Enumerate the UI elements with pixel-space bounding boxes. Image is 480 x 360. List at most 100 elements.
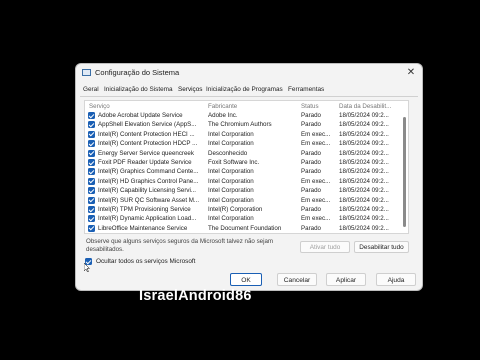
service-checkbox[interactable] (88, 112, 95, 119)
table-row[interactable]: Intel(R) Graphics Command Cente... Intel … (85, 167, 400, 176)
service-checkbox[interactable] (88, 206, 95, 213)
column-header-date[interactable]: Data da Desabilit... (339, 103, 391, 110)
service-maker: Adobe Inc. (208, 112, 238, 119)
table-row[interactable]: Intel(R) Capability Licensing Servi... In… (85, 186, 400, 195)
disable-all-button[interactable]: Desabilitar tudo (354, 241, 409, 253)
service-date: 18/05/2024 09:2... (339, 130, 389, 138)
tab-boot[interactable]: Inicialização do Sistema (104, 86, 173, 93)
service-status: Parado (301, 159, 321, 166)
service-date: 18/05/2024 09:2... (339, 149, 389, 157)
service-date: 18/05/2024 09:2... (339, 140, 389, 148)
service-maker: Intel(R) Corporation (208, 206, 263, 213)
service-checkbox[interactable] (88, 130, 95, 138)
table-row[interactable]: Foxit PDF Reader Update Service Foxit Sof… (85, 158, 400, 167)
service-date: 18/05/2024 09:2... (339, 215, 389, 223)
table-row[interactable]: Intel(R) TPM Provisioning Service Intel(R… (85, 205, 400, 214)
service-name: Intel(R) HD Graphics Control Pane... (98, 177, 199, 185)
service-checkbox[interactable] (88, 159, 95, 166)
service-name: LibreOffice Maintenance Service (98, 224, 188, 232)
channel-watermark: IsraelAndroid86 (139, 288, 252, 304)
close-icon[interactable]: ✕ (404, 66, 418, 79)
scrollbar-thumb[interactable] (403, 117, 406, 227)
table-row[interactable]: Energy Server Service queencreek Desconhe… (85, 149, 400, 158)
service-name: Intel(R) Capability Licensing Servi... (98, 187, 197, 195)
system-configuration-dialog: Configuração do Sistema ✕ Geral Iniciali… (76, 64, 422, 290)
service-maker: Intel Corporation (208, 140, 254, 148)
table-row[interactable]: AppShell Elevation Service (AppS... The C… (85, 120, 400, 129)
service-maker: Intel Corporation (208, 187, 254, 195)
cancel-button[interactable]: Cancelar (277, 273, 317, 286)
service-status: Parado (301, 112, 321, 119)
service-date: 18/05/2024 09:2... (339, 206, 389, 213)
service-date: 18/05/2024 09:2... (339, 187, 389, 195)
service-status: Parado (301, 187, 321, 195)
service-checkbox[interactable] (88, 149, 95, 157)
service-checkbox[interactable] (88, 177, 95, 185)
tab-startup[interactable]: Inicialização de Programas (206, 86, 283, 93)
table-row[interactable]: Intel(R) Content Protection HDCP ... Inte… (85, 139, 400, 148)
service-status: Parado (301, 121, 321, 129)
service-status: Parado (301, 168, 321, 176)
tab-tools[interactable]: Ferramentas (288, 86, 324, 93)
service-maker: Intel Corporation (208, 196, 254, 204)
service-status: Parado (301, 206, 321, 213)
service-status: Parado (301, 149, 321, 157)
service-name: Adobe Acrobat Update Service (98, 112, 183, 119)
service-maker: Desconhecido (208, 149, 248, 157)
mouse-cursor-icon (84, 263, 90, 272)
service-checkbox[interactable] (88, 215, 95, 223)
service-name: AppShell Elevation Service (AppS... (98, 121, 197, 129)
service-date: 18/05/2024 09:2... (339, 196, 389, 204)
service-status: Em exec... (301, 140, 331, 148)
apply-button[interactable]: Aplicar (326, 273, 366, 286)
table-row[interactable]: Intel(R) HD Graphics Control Pane... Inte… (85, 177, 400, 186)
table-row[interactable]: Adobe Acrobat Update Service Adobe Inc. Pa… (85, 111, 400, 120)
service-status: Em exec... (301, 177, 331, 185)
service-status: Em exec... (301, 130, 331, 138)
table-row[interactable]: LibreOffice Maintenance Service The Docum… (85, 224, 400, 233)
window-title: Configuração do Sistema (95, 68, 180, 77)
service-name: Energy Server Service queencreek (98, 149, 194, 157)
service-checkbox[interactable] (88, 224, 95, 232)
service-checkbox[interactable] (88, 196, 95, 204)
service-status: Em exec... (301, 196, 331, 204)
title-bar: Configuração do Sistema ✕ (76, 64, 422, 82)
service-name: Intel(R) SUR QC Software Asset M... (98, 196, 200, 204)
service-status: Parado (301, 224, 321, 232)
service-name: Intel(R) Content Protection HDCP ... (98, 140, 198, 148)
vertical-scrollbar[interactable] (402, 111, 407, 231)
service-checkbox[interactable] (88, 121, 95, 129)
tab-general[interactable]: Geral (83, 86, 99, 93)
service-maker: Foxit Software Inc. (208, 159, 260, 166)
service-checkbox[interactable] (88, 140, 95, 148)
service-date: 18/05/2024 09:2... (339, 168, 389, 176)
column-header-status[interactable]: Status (301, 103, 319, 110)
service-date: 18/05/2024 09:2... (339, 177, 389, 185)
help-button[interactable]: Ajuda (376, 273, 416, 286)
column-header-maker[interactable]: Fabricante (208, 103, 237, 110)
service-name: Foxit PDF Reader Update Service (98, 159, 192, 166)
service-maker: The Chromium Authors (208, 121, 272, 129)
service-name: Intel(R) TPM Provisioning Service (98, 206, 191, 213)
service-maker: Intel Corporation (208, 215, 254, 223)
ok-button[interactable]: OK (230, 273, 262, 286)
enable-all-button[interactable]: Ativar tudo (300, 241, 350, 253)
column-header-service[interactable]: Serviço (89, 103, 110, 110)
service-date: 18/05/2024 09:2... (339, 159, 389, 166)
msconfig-icon (82, 69, 91, 76)
service-checkbox[interactable] (88, 168, 95, 176)
table-row[interactable]: Intel(R) Dynamic Application Load... Inte… (85, 214, 400, 223)
column-header-row: Serviço Fabricante Status Data da Desabi… (85, 101, 408, 111)
service-maker: Intel Corporation (208, 130, 254, 138)
services-list[interactable]: Serviço Fabricante Status Data da Desabi… (84, 100, 409, 234)
service-maker: Intel Corporation (208, 168, 254, 176)
table-row[interactable]: Intel(R) SUR QC Software Asset M... Intel… (85, 196, 400, 205)
tab-strip: Geral Inicialização do Sistema Serviços … (80, 84, 418, 96)
microsoft-services-note: Observe que alguns serviços seguros da M… (86, 238, 274, 253)
tab-divider (80, 96, 418, 97)
service-checkbox[interactable] (88, 187, 95, 195)
table-row[interactable]: Intel(R) Content Protection HECI ... Inte… (85, 130, 400, 139)
tab-services[interactable]: Serviços (178, 86, 203, 93)
service-name: Intel(R) Dynamic Application Load... (98, 215, 197, 223)
service-date: 18/05/2024 09:2... (339, 112, 389, 119)
